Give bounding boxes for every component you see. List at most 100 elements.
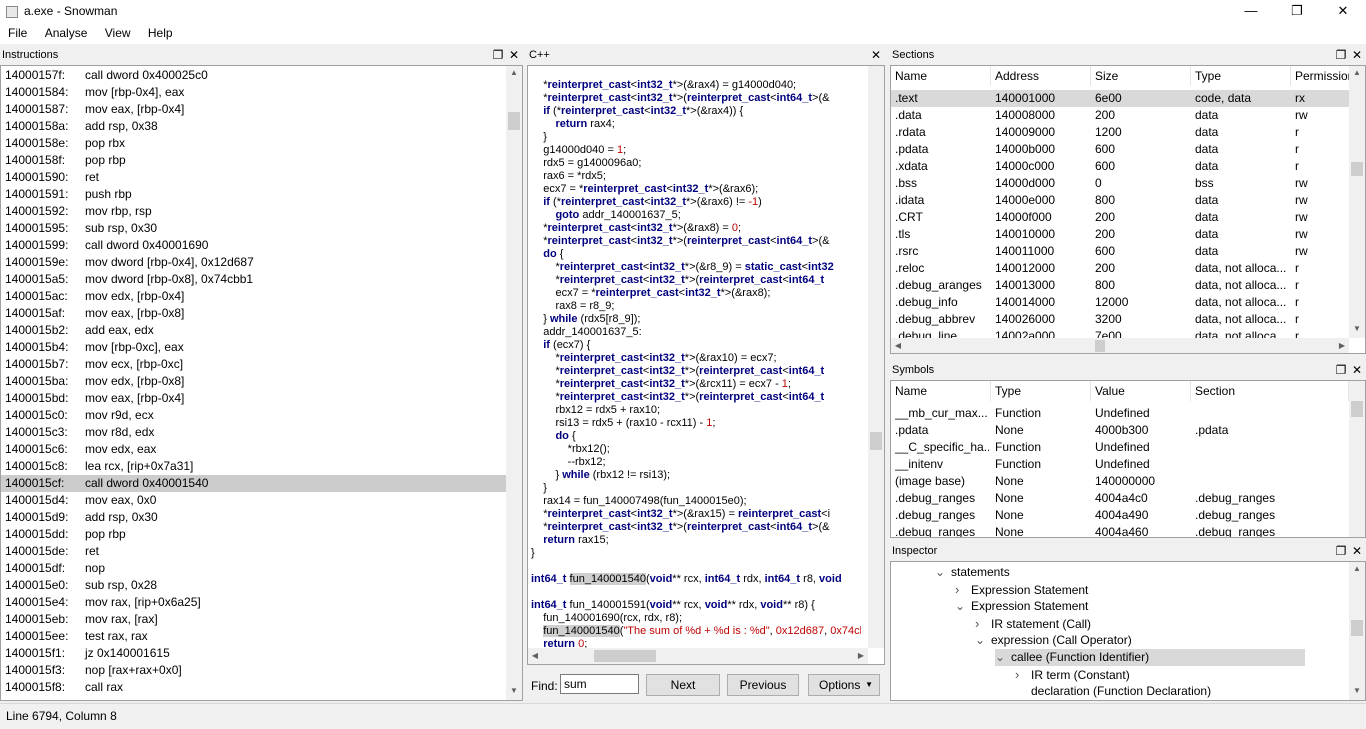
instructions-pane[interactable]: 14000157f: call dword 0x400025c0 140001584… [0,65,523,701]
instruction-row[interactable]: 1400015bd: mov eax, [rbp-0x4] [1,390,506,407]
instruction-row[interactable]: 140001599: call dword 0x40001690 [1,237,506,254]
previous-button[interactable]: Previous [727,674,799,696]
cpp-code-pane[interactable]: *reinterpret_cast<int32_t*>(&rax4) = g14… [527,65,885,665]
close-icon[interactable]: ✕ [1350,46,1364,64]
symbols-row[interactable]: __C_specific_ha... Function Undefined [891,439,1349,456]
instruction-row[interactable]: 140001591: push rbp [1,186,506,203]
instruction-row[interactable]: 1400015e0: sub rsp, 0x28 [1,577,506,594]
inspector-node[interactable]: ⌄ expression (Call Operator) [975,632,1305,649]
inspector-node[interactable]: ⌄ callee (Function Identifier) [995,649,1305,666]
instruction-row[interactable]: 14000158a: add rsp, 0x38 [1,118,506,135]
instruction-row[interactable]: 1400015ba: mov edx, [rbp-0x8] [1,373,506,390]
sections-column-header[interactable]: Address [991,66,1091,86]
float-icon[interactable]: ❐ [491,46,505,64]
instruction-row[interactable]: 14000159e: mov dword [rbp-0x4], 0x12d687 [1,254,506,271]
sections-hscrollbar[interactable]: ◀ ▶ [891,338,1349,353]
sections-row[interactable]: .bss 14000d000 0 bss rw [891,175,1349,192]
instruction-row[interactable]: 1400015a5: mov dword [rbp-0x8], 0x74cbb1 [1,271,506,288]
menu-analyse[interactable]: Analyse [45,24,88,42]
symbols-row[interactable]: .debug_ranges None 4004a4c0 .debug_ranges [891,490,1349,507]
sections-row[interactable]: .debug_info 140014000 12000 data, not alloc… [891,294,1349,311]
inspector-node[interactable]: › IR term (Constant) [1015,666,1305,683]
sections-row[interactable]: .debug_abbrev 140026000 3200 data, not allo… [891,311,1349,328]
sections-row[interactable]: .idata 14000e000 800 data rw [891,192,1349,209]
instruction-row[interactable]: 14000157f: call dword 0x400025c0 [1,67,506,84]
expanded-chevron-icon[interactable]: ⌄ [995,649,1011,666]
instruction-row[interactable]: 1400015b2: add eax, edx [1,322,506,339]
float-icon[interactable]: ❐ [1334,46,1348,64]
sections-row[interactable]: .rsrc 140011000 600 data rw [891,243,1349,260]
float-icon[interactable]: ❐ [1334,542,1348,560]
sections-row[interactable]: .text 140001000 6e00 code, data rx [891,90,1349,107]
sections-row[interactable]: .CRT 14000f000 200 data rw [891,209,1349,226]
sections-vscrollbar[interactable]: ▲ ▼ [1349,66,1365,338]
expanded-chevron-icon[interactable]: ⌄ [935,564,951,581]
sections-column-header[interactable]: Name [891,66,991,86]
symbols-row[interactable]: .pdata None 4000b300 .pdata [891,422,1349,439]
instruction-row[interactable]: 1400015eb: mov rax, [rax] [1,611,506,628]
symbols-row[interactable]: __mb_cur_max... Function Undefined [891,405,1349,422]
close-icon[interactable]: ✕ [1350,361,1364,379]
instruction-row[interactable]: 1400015ac: mov edx, [rbp-0x4] [1,288,506,305]
instruction-row[interactable]: 14000158f: pop rbp [1,152,506,169]
options-button[interactable]: Options ▼ [808,674,880,696]
instruction-row[interactable]: 140001590: ret [1,169,506,186]
instruction-row[interactable]: 1400015f1: jz 0x140001615 [1,645,506,662]
next-button[interactable]: Next [646,674,720,696]
close-icon[interactable]: ✕ [869,46,883,64]
inspector-node[interactable]: declaration (Function Declaration) [1015,683,1305,700]
instruction-row[interactable]: 1400015d9: add rsp, 0x30 [1,509,506,526]
sections-row[interactable]: .rdata 140009000 1200 data r [891,124,1349,141]
collapsed-chevron-icon[interactable]: › [1015,666,1031,683]
expanded-chevron-icon[interactable]: ⌄ [975,632,991,649]
instruction-row[interactable]: 1400015ee: test rax, rax [1,628,506,645]
instruction-row[interactable]: 1400015de: ret [1,543,506,560]
float-icon[interactable]: ❐ [1334,361,1348,379]
inspector-node[interactable]: › Expression Statement [955,581,1305,598]
symbols-column-header[interactable]: Name [891,381,991,401]
instruction-row[interactable]: 1400015b4: mov [rbp-0xc], eax [1,339,506,356]
instruction-row[interactable]: 1400015c3: mov r8d, edx [1,424,506,441]
sections-row[interactable]: .xdata 14000c000 600 data r [891,158,1349,175]
sections-column-header[interactable]: Size [1091,66,1191,86]
instruction-row[interactable]: 1400015df: nop [1,560,506,577]
symbols-row[interactable]: .debug_ranges None 4004a490 .debug_ranges [891,507,1349,524]
menu-file[interactable]: File [8,24,27,42]
instruction-row[interactable]: 1400015dd: pop rbp [1,526,506,543]
instructions-scrollbar[interactable]: ▲ ▼ [506,66,522,700]
instruction-row[interactable]: 1400015c0: mov r9d, ecx [1,407,506,424]
inspector-pane[interactable]: ⌄ statements › Expression Statement ⌄ Express… [890,561,1366,701]
sections-row[interactable]: .debug_aranges 140013000 800 data, not allo… [891,277,1349,294]
expanded-chevron-icon[interactable]: ⌄ [955,598,971,615]
collapsed-chevron-icon[interactable]: › [955,581,971,598]
instruction-row[interactable]: 140001592: mov rbp, rsp [1,203,506,220]
symbols-column-header[interactable]: Type [991,381,1091,401]
inspector-node[interactable]: ⌄ statements [935,564,1305,581]
menu-help[interactable]: Help [148,24,173,42]
symbols-column-header[interactable]: Value [1091,381,1191,401]
cpp-hscrollbar[interactable]: ◀ ▶ [528,648,868,664]
collapsed-chevron-icon[interactable]: › [975,615,991,632]
instruction-row[interactable]: 1400015af: mov eax, [rbp-0x8] [1,305,506,322]
cpp-vscrollbar[interactable] [868,66,884,648]
sections-column-header[interactable]: Type [1191,66,1291,86]
sections-row[interactable]: .reloc 140012000 200 data, not alloca... r [891,260,1349,277]
instruction-row[interactable]: 140001584: mov [rbp-0x4], eax [1,84,506,101]
instruction-row[interactable]: 140001587: mov eax, [rbp-0x4] [1,101,506,118]
instruction-row[interactable]: 1400015c6: mov edx, eax [1,441,506,458]
instruction-row[interactable]: 1400015d4: mov eax, 0x0 [1,492,506,509]
inspector-vscrollbar[interactable]: ▲ ▼ [1349,562,1365,700]
restore-button[interactable]: ❐ [1274,0,1320,24]
sections-row[interactable]: .tls 140010000 200 data rw [891,226,1349,243]
instruction-row[interactable]: 1400015c8: lea rcx, [rip+0x7a31] [1,458,506,475]
instruction-row[interactable]: 1400015f8: call rax [1,679,506,696]
instruction-row[interactable]: 14000158e: pop rbx [1,135,506,152]
sections-pane[interactable]: Name Address Size Type Permission .text 14000… [890,65,1366,354]
symbols-vscrollbar[interactable] [1349,381,1365,537]
symbols-pane[interactable]: Name Type Value Section __mb_cur_max... Func… [890,380,1366,538]
symbols-row[interactable]: __initenv Function Undefined [891,456,1349,473]
sections-row[interactable]: .pdata 14000b000 600 data r [891,141,1349,158]
inspector-node[interactable]: › IR statement (Call) [975,615,1305,632]
close-icon[interactable]: ✕ [507,46,521,64]
instruction-row[interactable]: 1400015b7: mov ecx, [rbp-0xc] [1,356,506,373]
